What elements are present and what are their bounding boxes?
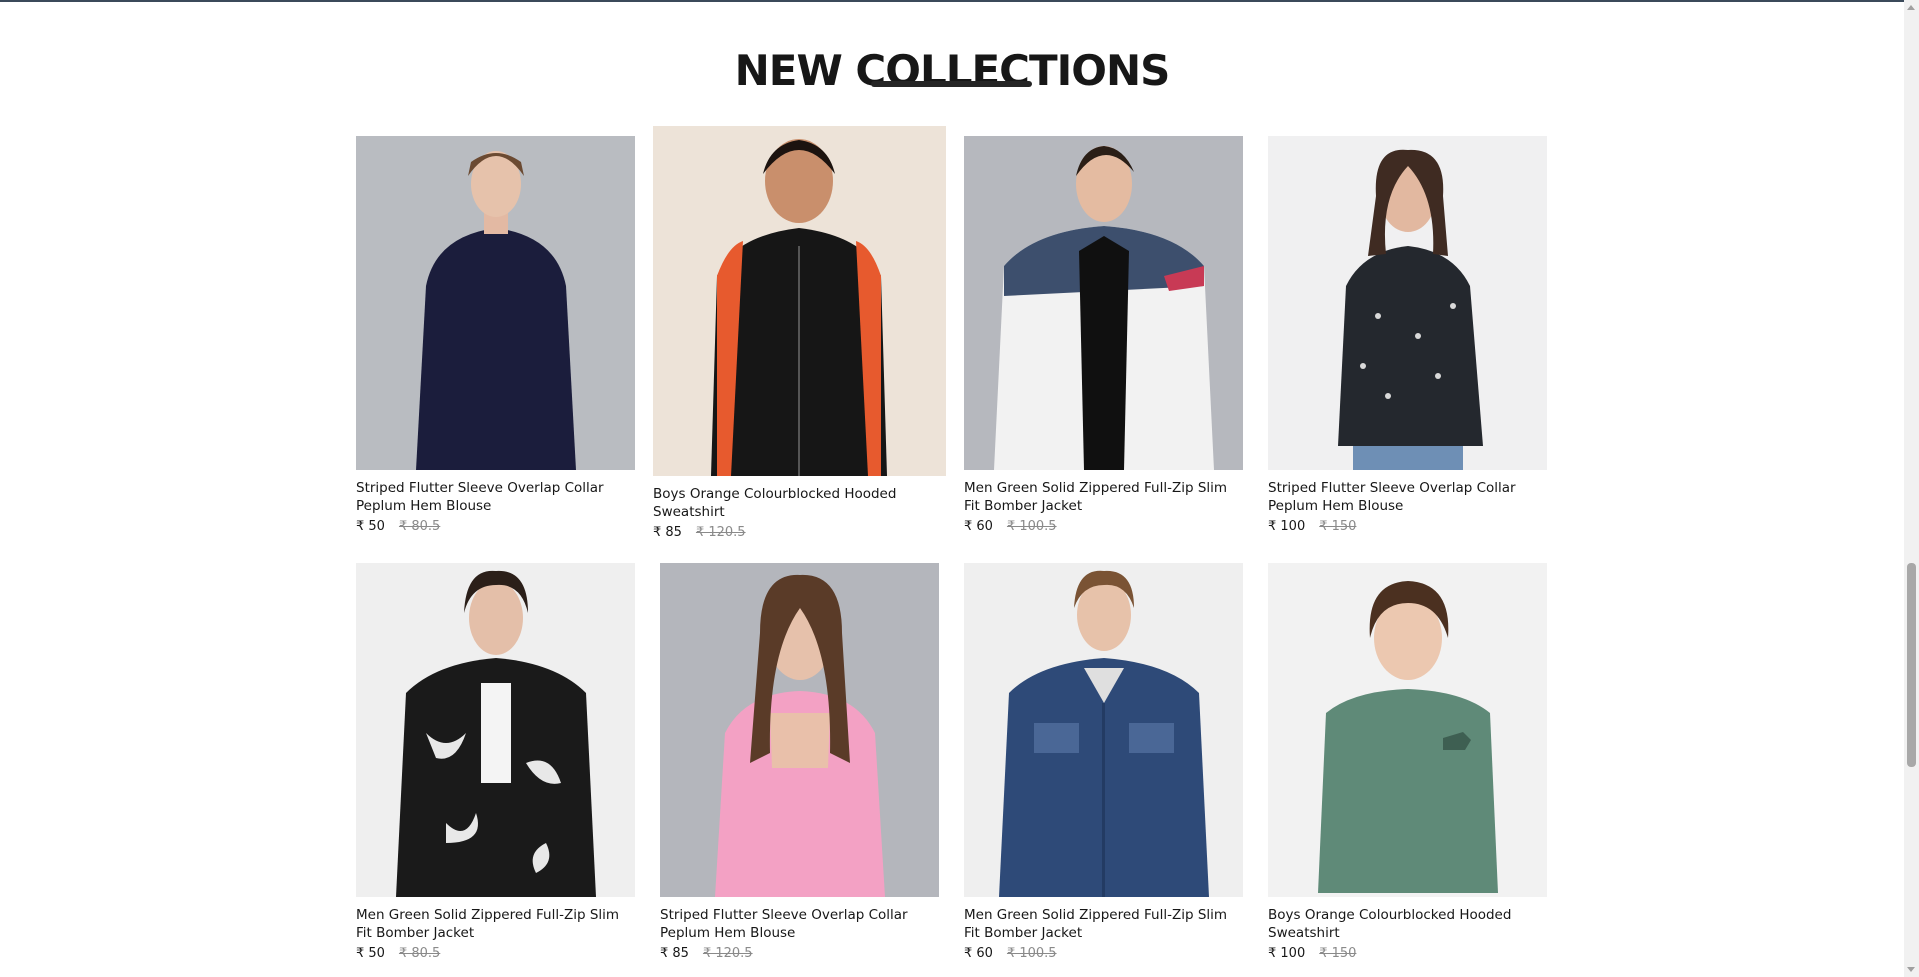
section-title: NEW COLLECTIONS <box>734 46 1171 96</box>
product-name[interactable]: Boys Orange Colourblocked Hooded Sweatsh… <box>1268 906 1547 942</box>
product-image[interactable] <box>964 563 1243 897</box>
product-old-price: ₹ 80.5 <box>398 519 441 534</box>
product-name[interactable]: Men Green Solid Zippered Full-Zip Slim F… <box>356 906 635 942</box>
product-name[interactable]: Men Green Solid Zippered Full-Zip Slim F… <box>964 479 1243 515</box>
product-old-price: ₹ 120.5 <box>695 525 746 540</box>
product-price: ₹ 85 <box>660 946 689 961</box>
product-card[interactable]: Men Green Solid Zippered Full-Zip Slim F… <box>964 136 1243 534</box>
product-old-price: ₹ 100.5 <box>1006 946 1057 961</box>
product-card[interactable]: Boys Orange Colourblocked Hooded Sweatsh… <box>653 126 946 540</box>
product-card[interactable]: Striped Flutter Sleeve Overlap Collar Pe… <box>356 136 635 534</box>
scroll-up-arrow-icon[interactable] <box>1907 5 1915 10</box>
product-image[interactable] <box>964 136 1243 470</box>
product-name[interactable]: Men Green Solid Zippered Full-Zip Slim F… <box>964 906 1243 942</box>
product-price: ₹ 60 <box>964 519 993 534</box>
product-old-price: ₹ 120.5 <box>702 946 753 961</box>
product-price: ₹ 50 <box>356 946 385 961</box>
product-name[interactable]: Striped Flutter Sleeve Overlap Collar Pe… <box>356 479 635 515</box>
product-card[interactable]: Men Green Solid Zippered Full-Zip Slim F… <box>964 563 1243 961</box>
product-price-row: ₹ 100 ₹ 150 <box>1268 519 1547 534</box>
product-old-price: ₹ 80.5 <box>398 946 441 961</box>
product-card[interactable]: Men Green Solid Zippered Full-Zip Slim F… <box>356 563 635 961</box>
title-underline <box>871 81 1032 87</box>
product-name[interactable]: Striped Flutter Sleeve Overlap Collar Pe… <box>660 906 939 942</box>
product-card[interactable]: Striped Flutter Sleeve Overlap Collar Pe… <box>1268 136 1547 534</box>
product-name[interactable]: Boys Orange Colourblocked Hooded Sweatsh… <box>653 485 946 521</box>
window-top-border <box>0 0 1919 2</box>
product-image[interactable] <box>1268 136 1547 470</box>
product-image[interactable] <box>356 563 635 897</box>
product-image[interactable] <box>653 126 946 476</box>
product-price: ₹ 100 <box>1268 519 1306 534</box>
product-price-row: ₹ 100 ₹ 150 <box>1268 946 1547 961</box>
product-price-row: ₹ 85 ₹ 120.5 <box>653 525 946 540</box>
product-price: ₹ 60 <box>964 946 993 961</box>
product-price: ₹ 50 <box>356 519 385 534</box>
product-card[interactable]: Boys Orange Colourblocked Hooded Sweatsh… <box>1268 563 1547 961</box>
product-price-row: ₹ 50 ₹ 80.5 <box>356 946 635 961</box>
product-old-price: ₹ 150 <box>1319 519 1357 534</box>
product-old-price: ₹ 150 <box>1319 946 1357 961</box>
product-price-row: ₹ 60 ₹ 100.5 <box>964 519 1243 534</box>
product-image[interactable] <box>1268 563 1547 897</box>
scrollbar-thumb[interactable] <box>1907 563 1916 767</box>
product-price-row: ₹ 85 ₹ 120.5 <box>660 946 939 961</box>
scroll-down-arrow-icon[interactable] <box>1907 967 1915 972</box>
product-card[interactable]: Striped Flutter Sleeve Overlap Collar Pe… <box>660 563 939 961</box>
product-image[interactable] <box>356 136 635 470</box>
product-old-price: ₹ 100.5 <box>1006 519 1057 534</box>
product-image[interactable] <box>660 563 939 897</box>
vertical-scrollbar[interactable] <box>1904 0 1919 977</box>
product-name[interactable]: Striped Flutter Sleeve Overlap Collar Pe… <box>1268 479 1547 515</box>
product-price: ₹ 100 <box>1268 946 1306 961</box>
product-price-row: ₹ 60 ₹ 100.5 <box>964 946 1243 961</box>
product-price-row: ₹ 50 ₹ 80.5 <box>356 519 635 534</box>
product-price: ₹ 85 <box>653 525 682 540</box>
